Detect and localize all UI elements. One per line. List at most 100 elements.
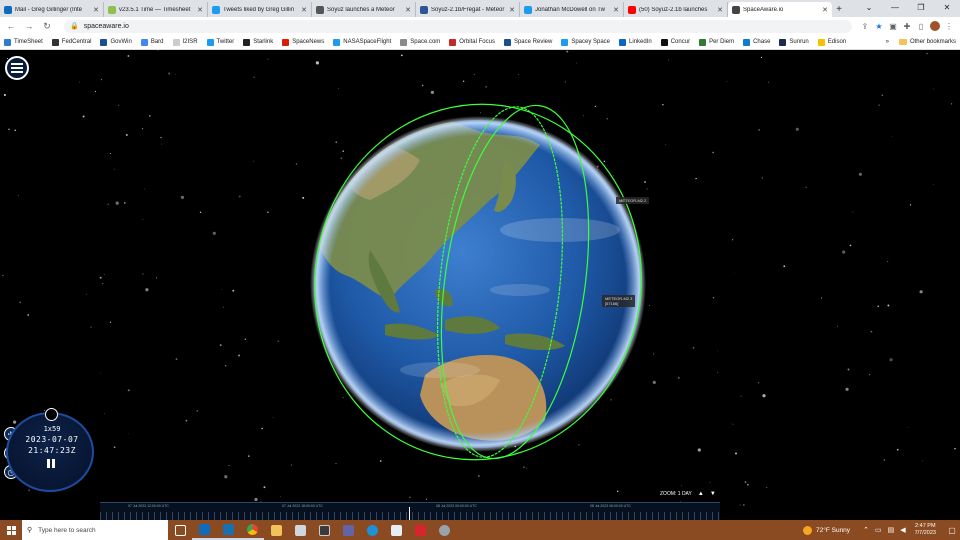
- bookmark-item[interactable]: Starlink: [243, 38, 273, 46]
- forward-button[interactable]: →: [22, 19, 36, 33]
- browser-tab[interactable]: (50) Soyuz-2.1b launches ✕: [624, 2, 728, 17]
- restore-button[interactable]: ❐: [908, 0, 934, 15]
- browser-tab[interactable]: Soyuz-2.1b/Fregat - Meteor ✕: [416, 2, 520, 17]
- browser-tab[interactable]: SpaceAware.io ✕: [728, 2, 832, 17]
- bookmark-item[interactable]: FedCentral: [51, 38, 91, 46]
- bookmark-item[interactable]: Spacey Space: [561, 38, 610, 46]
- app-s-icon[interactable]: [216, 520, 240, 540]
- chevron-down-icon[interactable]: ⌄: [856, 0, 882, 15]
- bookmark-item[interactable]: TimeSheet: [4, 38, 43, 46]
- star: [109, 321, 111, 323]
- chrome-icon[interactable]: [240, 520, 264, 540]
- sidebar-icon[interactable]: ▯: [914, 19, 928, 33]
- star: [760, 56, 763, 59]
- close-tab-icon[interactable]: ✕: [405, 6, 411, 14]
- close-window-button[interactable]: ✕: [934, 0, 960, 15]
- bookmark-item[interactable]: Per Diem: [699, 38, 734, 46]
- close-tab-icon[interactable]: ✕: [717, 6, 723, 14]
- acrobat-icon[interactable]: [408, 520, 432, 540]
- other-bookmarks[interactable]: » Other bookmarks: [886, 39, 956, 45]
- outlook-icon[interactable]: [192, 520, 216, 540]
- star: [302, 196, 305, 199]
- puzzle-icon[interactable]: ✚: [900, 19, 914, 33]
- globe-scene[interactable]: [0, 50, 960, 520]
- teams-icon[interactable]: [336, 520, 360, 540]
- simulation-clock[interactable]: 1x59 2023-07-07 21:47:23Z: [6, 408, 94, 492]
- start-button[interactable]: [0, 520, 22, 540]
- address-bar[interactable]: 🔒 spaceaware.io: [64, 19, 852, 33]
- avatar[interactable]: [928, 19, 942, 33]
- timeline[interactable]: 07 Jul 2023 12:00:00 UTC 07 Jul 2023 18:…: [100, 502, 720, 520]
- bookmark-item[interactable]: Sunrun: [779, 38, 809, 46]
- browser-tab[interactable]: Jonathan McDowell on Tw ✕: [520, 2, 624, 17]
- bookmark-item[interactable]: Space Review: [503, 38, 552, 46]
- close-tab-icon[interactable]: ✕: [93, 6, 99, 14]
- share-icon[interactable]: ⇪: [858, 19, 872, 33]
- bookmark-item[interactable]: Orbital Focus: [449, 38, 495, 46]
- url-text: spaceaware.io: [83, 22, 129, 30]
- edge-icon[interactable]: [360, 520, 384, 540]
- bookmark-item[interactable]: I2ISR: [172, 38, 198, 46]
- network-icon[interactable]: ▤: [888, 526, 895, 534]
- main-menu-button[interactable]: [5, 56, 29, 80]
- close-tab-icon[interactable]: ✕: [509, 6, 515, 14]
- reload-button[interactable]: ↻: [40, 19, 54, 33]
- bookmark-item[interactable]: SpaceNews: [282, 38, 324, 46]
- star: [668, 59, 669, 61]
- menu-icon[interactable]: ⋮: [942, 19, 956, 33]
- pause-button[interactable]: [47, 459, 56, 468]
- printer-icon[interactable]: [288, 520, 312, 540]
- earth-globe[interactable]: [310, 116, 646, 470]
- chevron-up-icon[interactable]: ⌃: [863, 526, 869, 534]
- taskbar-search[interactable]: ⚲ Type here to search: [22, 520, 168, 540]
- bookmark-item[interactable]: Twitter: [206, 38, 234, 46]
- bookmark-favicon-icon: [660, 38, 668, 46]
- browser-tab[interactable]: Tweets liked by Greg Gillin ✕: [208, 2, 312, 17]
- settings-icon[interactable]: [432, 520, 456, 540]
- bookmark-item[interactable]: GovWin: [100, 38, 132, 46]
- close-tab-icon[interactable]: ✕: [613, 6, 619, 14]
- bookmark-item[interactable]: Concur: [660, 38, 690, 46]
- timeline-cursor[interactable]: [409, 507, 410, 520]
- satellite-id: [57166]: [605, 301, 619, 306]
- star: [342, 150, 344, 152]
- bookmark-item[interactable]: Chase: [743, 38, 770, 46]
- bookmark-item[interactable]: Edison: [817, 38, 846, 46]
- close-tab-icon[interactable]: ✕: [822, 6, 828, 14]
- star: [290, 464, 293, 466]
- clock-speed-knob[interactable]: [45, 408, 58, 421]
- browser-tab[interactable]: Soyuz launches a Meteor ✕: [312, 2, 416, 17]
- file-explorer-icon[interactable]: [264, 520, 288, 540]
- menu-bar-icon: [11, 71, 23, 73]
- back-button[interactable]: ←: [4, 19, 18, 33]
- bookmark-item[interactable]: LinkedIn: [619, 38, 652, 46]
- task-view-icon[interactable]: [168, 520, 192, 540]
- satellite-label[interactable]: METEOR-M2 3 [57166]: [602, 295, 636, 307]
- close-tab-icon[interactable]: ✕: [197, 6, 203, 14]
- system-clock[interactable]: 2:47 PM 7/7/2023: [915, 523, 936, 537]
- bookmark-label: Bard: [150, 39, 164, 45]
- calendar-icon[interactable]: [384, 520, 408, 540]
- minimize-button[interactable]: —: [882, 0, 908, 15]
- tab-title: (50) Soyuz-2.1b launches: [639, 6, 708, 13]
- calculator-icon[interactable]: [312, 520, 336, 540]
- bookmark-item[interactable]: Space.com: [400, 38, 440, 46]
- satellite-label[interactable]: METEOR-M2.2: [616, 197, 650, 204]
- bookmark-item[interactable]: NASASpaceFlight: [333, 38, 391, 46]
- zoom-out-icon[interactable]: ▼: [710, 491, 716, 497]
- pause-icon: [52, 459, 55, 468]
- bookmark-star-icon[interactable]: ★: [872, 19, 886, 33]
- battery-icon[interactable]: ▭: [875, 526, 882, 534]
- zoom-in-icon[interactable]: ▲: [698, 491, 704, 497]
- more-bookmarks-icon[interactable]: »: [886, 39, 889, 45]
- new-tab-button[interactable]: +: [832, 2, 846, 17]
- browser-tab[interactable]: Mail - Greg Gillinger (Inte ✕: [0, 2, 104, 17]
- volume-icon[interactable]: ◀: [900, 526, 905, 534]
- notification-icon[interactable]: ▢: [944, 526, 960, 535]
- bookmark-item[interactable]: Bard: [140, 38, 164, 46]
- close-tab-icon[interactable]: ✕: [301, 6, 307, 14]
- weather-widget[interactable]: 72°F Sunny: [803, 525, 850, 535]
- globe-viewport[interactable]: METEOR-M2.2 METEOR-M2 3 [57166] ✈ ⌂ ◷ 1x…: [0, 50, 960, 520]
- browser-tab[interactable]: v23.5.1 Time — Timesheet ✕: [104, 2, 208, 17]
- extension-icon[interactable]: ▣: [886, 19, 900, 33]
